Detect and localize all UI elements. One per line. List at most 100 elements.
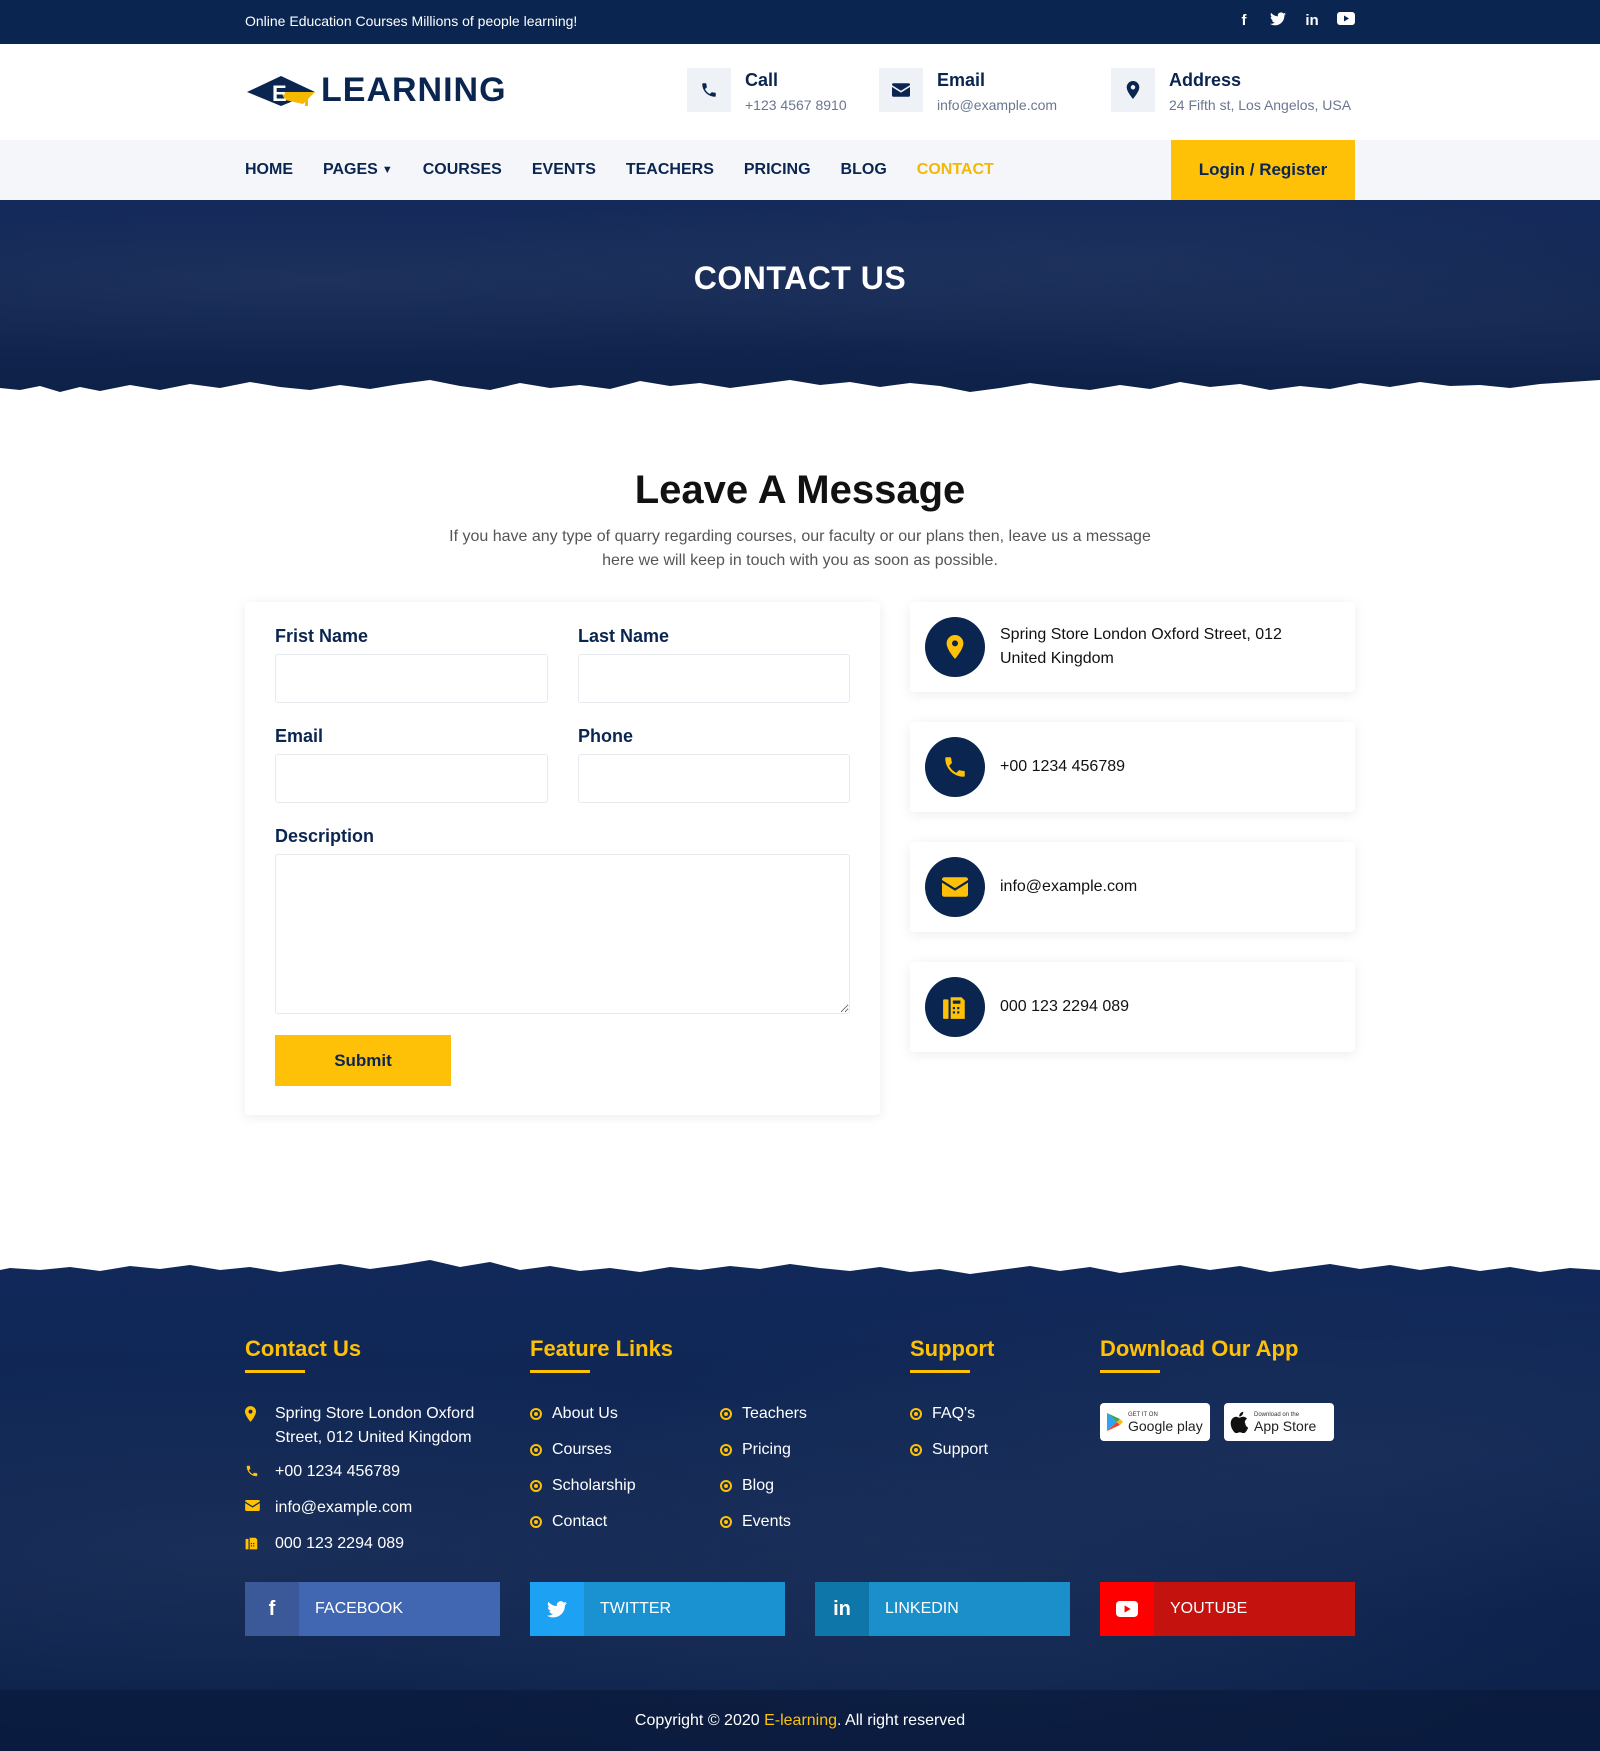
fax-icon xyxy=(245,1532,267,1550)
footer-link-teachers[interactable]: Teachers xyxy=(720,1402,807,1426)
torn-edge-divider xyxy=(0,380,1600,400)
footer-link-contact[interactable]: Contact xyxy=(530,1510,607,1534)
footer-link-faqs[interactable]: FAQ's xyxy=(910,1402,975,1426)
description-textarea[interactable] xyxy=(275,854,850,1014)
nav-courses[interactable]: COURSES xyxy=(423,161,502,179)
app-store-badge[interactable]: Download on the App Store xyxy=(1224,1403,1334,1441)
google-play-icon xyxy=(1107,1413,1123,1431)
youtube-button[interactable]: YOUTUBE xyxy=(1100,1582,1355,1636)
login-register-button[interactable]: Login / Register xyxy=(1171,140,1355,200)
envelope-icon xyxy=(879,68,923,112)
footer-link-blog[interactable]: Blog xyxy=(720,1474,774,1498)
phone-input[interactable] xyxy=(578,754,850,803)
footer-link-label: Events xyxy=(742,1513,791,1530)
contact-form: Frist Name Last Name Email Phone Descrip… xyxy=(245,602,880,1115)
circle-bullet-icon xyxy=(910,1444,922,1456)
footer-email-text[interactable]: info@example.com xyxy=(275,1496,412,1520)
twitter-icon[interactable] xyxy=(1269,12,1287,30)
first-name-label: Frist Name xyxy=(275,626,369,646)
contact-card-text: 000 123 2294 089 xyxy=(1000,998,1130,1015)
circle-bullet-icon xyxy=(720,1516,732,1528)
page-banner: CONTACT US xyxy=(0,200,1600,400)
facebook-label: FACEBOOK xyxy=(315,1600,404,1617)
footer-link-label: Courses xyxy=(552,1441,612,1458)
linkedin-icon: in xyxy=(815,1582,869,1636)
email-title: Email xyxy=(937,70,986,90)
copyright-prefix: Copyright © 2020 xyxy=(634,1712,765,1729)
google-play-badge[interactable]: GET IT ON Google play xyxy=(1100,1403,1210,1441)
footer-link-label: Support xyxy=(932,1441,989,1458)
contact-card-text: +00 1234 456789 xyxy=(1000,758,1126,775)
nav-teachers[interactable]: TEACHERS xyxy=(626,161,714,179)
phone-icon xyxy=(925,737,985,797)
footer-link-label: Contact xyxy=(552,1513,608,1530)
facebook-icon[interactable]: f xyxy=(1235,12,1253,30)
envelope-icon xyxy=(245,1496,267,1511)
email-input[interactable] xyxy=(275,754,548,803)
circle-bullet-icon xyxy=(720,1480,732,1492)
footer-background xyxy=(0,1250,1600,1751)
circle-bullet-icon xyxy=(530,1480,542,1492)
circle-bullet-icon xyxy=(530,1408,542,1420)
phone-icon xyxy=(687,68,731,112)
email-value: info@example.com xyxy=(937,97,1058,113)
contact-card-fax: 000 123 2294 089 xyxy=(910,962,1355,1052)
footer-contact-title: Contact Us xyxy=(245,1336,362,1373)
app-store-big: App Store xyxy=(1254,1417,1317,1434)
envelope-icon xyxy=(925,857,985,917)
copyright: Copyright © 2020 E-learning. All right r… xyxy=(0,1712,1600,1730)
address-value: 24 Fifth st, Los Angelos, USA xyxy=(1169,97,1352,113)
address-title: Address xyxy=(1169,70,1242,90)
fax-icon xyxy=(925,977,985,1037)
youtube-icon xyxy=(1100,1582,1154,1636)
footer-phone: +00 1234 456789 xyxy=(245,1460,400,1484)
submit-button[interactable]: Submit xyxy=(275,1035,451,1086)
torn-edge-divider xyxy=(0,1250,1600,1274)
footer-fax: 000 123 2294 089 xyxy=(245,1532,404,1556)
tagline: Online Education Courses Millions of peo… xyxy=(245,13,578,29)
facebook-button[interactable]: f FACEBOOK xyxy=(245,1582,500,1636)
nav-pricing[interactable]: PRICING xyxy=(744,161,811,179)
footer-address-text: Spring Store London Oxford Street, 012 U… xyxy=(275,1405,475,1446)
footer-feature-links-title: Feature Links xyxy=(530,1336,674,1373)
footer-link-label: Teachers xyxy=(742,1405,807,1422)
footer-link-label: FAQ's xyxy=(932,1405,976,1422)
section-subtitle: If you have any type of quarry regarding… xyxy=(449,528,1151,569)
nav-pages[interactable]: PAGES ▼ xyxy=(323,161,393,179)
twitter-icon xyxy=(530,1582,584,1636)
header-call: Call +123 4567 8910 xyxy=(687,68,847,113)
last-name-input[interactable] xyxy=(578,654,850,703)
contact-card-text: Spring Store London Oxford Street, 012 U… xyxy=(1000,626,1282,667)
main-nav: HOME PAGES ▼ COURSES EVENTS TEACHERS PRIC… xyxy=(0,140,1600,200)
footer-phone-text: +00 1234 456789 xyxy=(275,1463,401,1480)
header-email: Email info@example.com xyxy=(879,68,1057,113)
footer-link-about[interactable]: About Us xyxy=(530,1402,618,1426)
footer-app-title: Download Our App xyxy=(1100,1336,1299,1373)
linkedin-button[interactable]: in LINKEDIN xyxy=(815,1582,1070,1636)
phone-icon xyxy=(245,1460,267,1478)
footer-link-label: Scholarship xyxy=(552,1477,636,1494)
footer-link-events[interactable]: Events xyxy=(720,1510,791,1534)
logo[interactable]: E LEARNING xyxy=(245,70,507,110)
copyright-brand-link[interactable]: E-learning xyxy=(764,1712,837,1729)
nav-contact[interactable]: CONTACT xyxy=(917,161,994,179)
youtube-icon[interactable] xyxy=(1337,12,1355,30)
footer-link-scholarship[interactable]: Scholarship xyxy=(530,1474,636,1498)
footer-link-pricing[interactable]: Pricing xyxy=(720,1438,791,1462)
footer-link-courses[interactable]: Courses xyxy=(530,1438,612,1462)
nav-blog[interactable]: BLOG xyxy=(841,161,887,179)
linkedin-icon[interactable]: in xyxy=(1303,12,1321,30)
graduation-cap-logo-icon: E xyxy=(245,70,319,110)
first-name-input[interactable] xyxy=(275,654,548,703)
phone-label: Phone xyxy=(578,726,634,746)
chevron-down-icon: ▼ xyxy=(381,164,393,176)
twitter-button[interactable]: TWITTER xyxy=(530,1582,785,1636)
apple-icon xyxy=(1230,1411,1248,1433)
circle-bullet-icon xyxy=(530,1444,542,1456)
footer-link-support[interactable]: Support xyxy=(910,1438,988,1462)
copyright-suffix: . All right reserved xyxy=(837,1712,966,1729)
footer-support-title: Support xyxy=(910,1336,995,1373)
nav-home[interactable]: HOME xyxy=(245,161,293,179)
nav-events[interactable]: EVENTS xyxy=(532,161,596,179)
last-name-label: Last Name xyxy=(578,626,670,646)
